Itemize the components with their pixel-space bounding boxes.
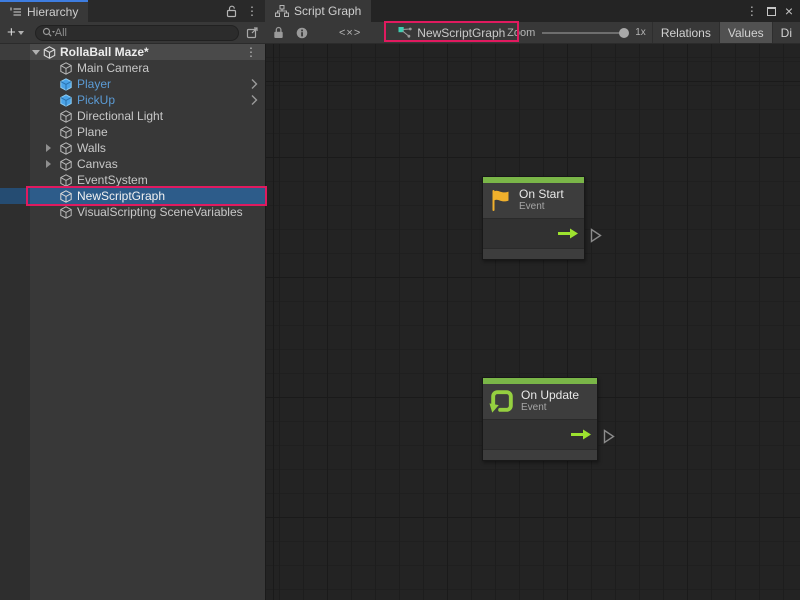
tab-hierarchy-label: Hierarchy (27, 5, 78, 19)
tab-bar-spacer (88, 0, 226, 22)
cube-icon (60, 174, 73, 187)
hierarchy-item-scenevariables[interactable]: VisualScripting SceneVariables (0, 204, 265, 220)
cube-icon (60, 142, 73, 155)
hierarchy-item-main-camera[interactable]: Main Camera (0, 60, 265, 76)
foldout-closed-icon[interactable] (46, 160, 51, 168)
foldout-open-icon[interactable] (32, 50, 40, 55)
lock-icon[interactable] (273, 26, 284, 39)
cube-icon (60, 206, 73, 219)
chevron-down-icon (18, 31, 24, 35)
node-footer (483, 249, 584, 259)
scene-name: RollaBall Maze* (60, 45, 245, 59)
foldout-closed-icon[interactable] (46, 144, 51, 152)
hierarchy-tab-bar: Hierarchy ⋮ (0, 0, 265, 22)
output-port-on-update[interactable] (603, 429, 615, 444)
graph-icon (275, 5, 289, 17)
tab-script-graph-label: Script Graph (294, 4, 361, 18)
hierarchy-toolbar: + (0, 22, 265, 44)
maximize-icon[interactable] (767, 7, 776, 16)
hierarchy-item-directional-light[interactable]: Directional Light (0, 108, 265, 124)
hierarchy-item-player[interactable]: Player (0, 76, 265, 92)
item-label: Main Camera (77, 61, 265, 75)
item-label: VisualScripting SceneVariables (77, 205, 265, 219)
flow-arrow-icon (557, 228, 579, 239)
search-input[interactable] (55, 27, 232, 39)
scene-menu-kebab-icon[interactable]: ⋮ (245, 46, 265, 58)
node-title: On Start (519, 187, 564, 201)
flag-icon (489, 188, 513, 213)
hierarchy-icon (10, 7, 22, 17)
cube-icon (60, 190, 73, 203)
zoom-label: Zoom (507, 27, 535, 39)
plus-icon: + (7, 24, 16, 41)
close-icon[interactable]: × (785, 4, 793, 18)
scene-picker-button[interactable] (243, 25, 261, 41)
node-footer (483, 450, 597, 460)
relations-button[interactable]: Relations (652, 22, 719, 44)
dim-button[interactable]: Di (772, 22, 800, 44)
hierarchy-item-plane[interactable]: Plane (0, 124, 265, 140)
info-icon[interactable] (296, 27, 308, 39)
prefab-cube-icon (60, 94, 73, 107)
item-label: PickUp (77, 93, 251, 107)
script-graph-asset-icon (398, 26, 412, 39)
hierarchy-panel: Hierarchy ⋮ + (0, 0, 265, 600)
zoom-slider[interactable] (542, 32, 628, 34)
code-view-icon[interactable]: <×> (339, 27, 361, 39)
unlock-icon[interactable] (226, 5, 237, 18)
tab-script-graph[interactable]: Script Graph (265, 0, 371, 22)
graph-breadcrumb[interactable]: NewScriptGraph (398, 26, 505, 40)
scene-header-row[interactable]: RollaBall Maze* ⋮ (0, 44, 265, 60)
item-label: Plane (77, 125, 265, 139)
unity-scene-icon (43, 46, 56, 59)
hierarchy-search-field[interactable] (35, 25, 239, 41)
loop-icon (489, 388, 515, 414)
node-subtitle: Event (521, 402, 579, 414)
hierarchy-item-canvas[interactable]: Canvas (0, 156, 265, 172)
item-label: NewScriptGraph (77, 189, 265, 203)
cube-icon (60, 110, 73, 123)
cube-icon (60, 158, 73, 171)
output-port-on-start[interactable] (590, 228, 602, 243)
graph-tab-bar: Script Graph ⋮ × (265, 0, 800, 22)
node-port-row[interactable] (483, 420, 597, 450)
node-port-row[interactable] (483, 219, 584, 249)
node-on-update[interactable]: On Update Event (482, 377, 598, 461)
hierarchy-item-eventsystem[interactable]: EventSystem (0, 172, 265, 188)
item-label: Canvas (77, 157, 265, 171)
node-on-start[interactable]: On Start Event (482, 176, 585, 260)
node-subtitle: Event (519, 201, 564, 213)
tab-bar-spacer (371, 0, 745, 22)
pick-window-icon (246, 26, 259, 39)
tab-hierarchy[interactable]: Hierarchy (0, 0, 88, 22)
node-title: On Update (521, 388, 579, 402)
window-menu-kebab-icon[interactable]: ⋮ (746, 5, 758, 17)
item-label: EventSystem (77, 173, 265, 187)
hierarchy-item-walls[interactable]: Walls (0, 140, 265, 156)
hierarchy-tree: RollaBall Maze* ⋮ Main Camera Player (0, 44, 265, 600)
graph-canvas[interactable]: On Start Event (265, 44, 800, 600)
values-button[interactable]: Values (719, 22, 772, 44)
chevron-right-icon[interactable] (251, 94, 265, 106)
item-label: Walls (77, 141, 265, 155)
graph-name: NewScriptGraph (417, 26, 505, 40)
item-label: Directional Light (77, 109, 265, 123)
cube-icon (60, 62, 73, 75)
unity-editor-window: Hierarchy ⋮ + (0, 0, 800, 600)
item-label: Player (77, 77, 251, 91)
prefab-cube-icon (60, 78, 73, 91)
hierarchy-item-newscriptgraph[interactable]: NewScriptGraph (0, 188, 265, 204)
cube-icon (60, 126, 73, 139)
zoom-value: 1x (635, 27, 646, 38)
hierarchy-item-pickup[interactable]: PickUp (0, 92, 265, 108)
zoom-control: Zoom 1x (507, 27, 652, 39)
search-icon (42, 27, 55, 38)
add-object-button[interactable]: + (4, 24, 27, 41)
chevron-right-icon[interactable] (251, 78, 265, 90)
zoom-slider-handle[interactable] (619, 28, 629, 38)
hierarchy-menu-kebab-icon[interactable]: ⋮ (246, 5, 258, 17)
flow-arrow-icon (570, 429, 592, 440)
graph-toolbar: <×> NewScriptGraph Zoom 1x Relations Val… (265, 22, 800, 44)
script-graph-panel: Script Graph ⋮ × (265, 0, 800, 600)
